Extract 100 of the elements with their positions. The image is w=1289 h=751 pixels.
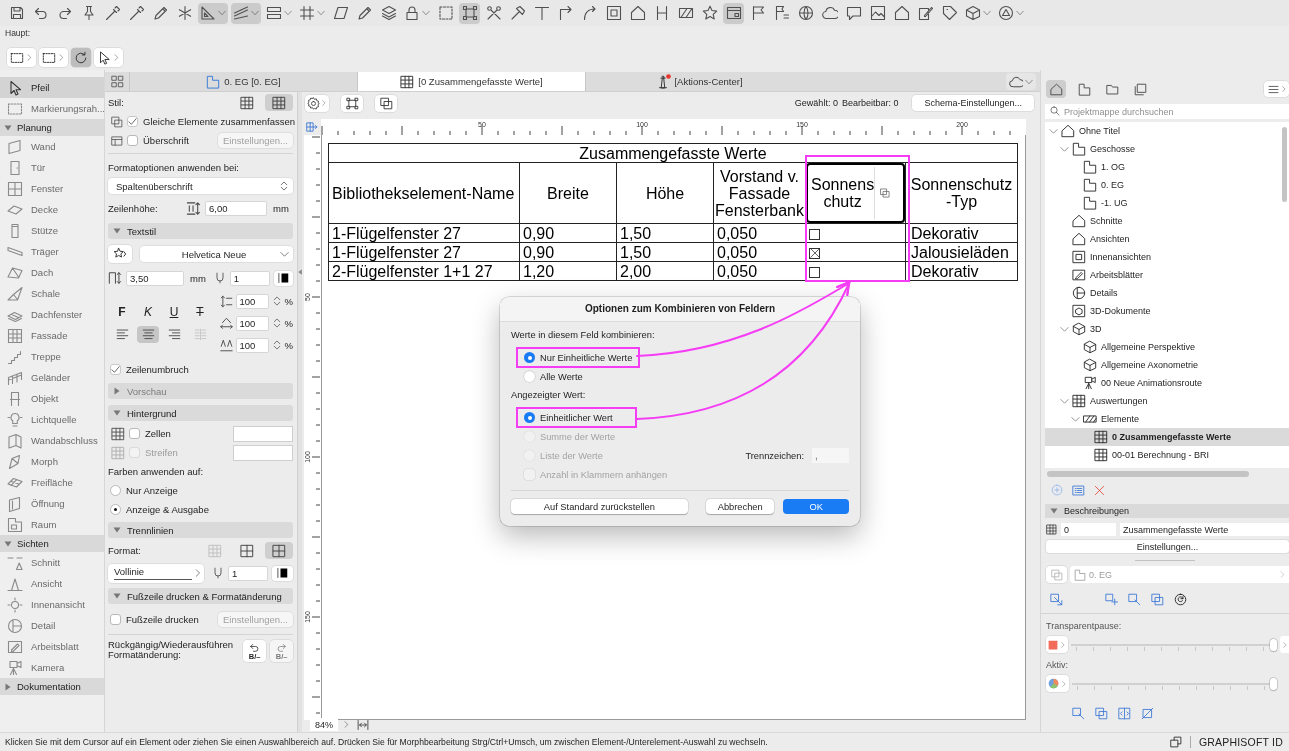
id-field[interactable]: 0 bbox=[1061, 523, 1116, 536]
navigator-view-button[interactable] bbox=[1046, 80, 1066, 98]
checkbox-option[interactable]: Fußzeile drucken bbox=[110, 613, 199, 625]
toolbar-button[interactable] bbox=[39, 48, 68, 67]
stepper-button[interactable] bbox=[271, 340, 282, 350]
text-style-button[interactable]: F bbox=[111, 303, 133, 320]
style-option-button[interactable] bbox=[265, 94, 293, 111]
tab[interactable]: [Aktions-Center] bbox=[585, 72, 813, 91]
text-style-button[interactable]: T bbox=[189, 303, 211, 320]
tool-item[interactable]: Objekt bbox=[0, 388, 104, 409]
toolbar-button[interactable] bbox=[231, 2, 261, 24]
tab[interactable]: [0 Zusammengefasste Werte] bbox=[357, 72, 585, 91]
fit-button[interactable] bbox=[355, 718, 371, 731]
tool-item[interactable]: Markierungsrah... bbox=[0, 98, 104, 119]
toolbox-section-header[interactable]: Sichten bbox=[0, 535, 104, 552]
radio-option[interactable]: Nur Anzeige bbox=[110, 485, 178, 496]
properties-button[interactable] bbox=[1072, 483, 1085, 497]
radio-button[interactable] bbox=[524, 412, 535, 423]
column-header[interactable]: Breite bbox=[519, 162, 617, 224]
toolbar-button[interactable] bbox=[7, 48, 36, 67]
tool-item[interactable]: Öffnung bbox=[0, 493, 104, 514]
tree-item[interactable]: 0 Zusammengefasste Werte bbox=[1045, 428, 1289, 446]
checkbox-option[interactable]: Zellen bbox=[129, 428, 171, 439]
tree-item[interactable]: 00-01 Berechnung - BRI bbox=[1045, 446, 1289, 464]
tree-item[interactable]: Details bbox=[1045, 284, 1289, 302]
tree-item[interactable]: Allgemeine Perspektive bbox=[1045, 338, 1289, 356]
tree-item[interactable]: Ohne Titel bbox=[1045, 122, 1289, 140]
radio-option[interactable]: Einheitlicher Wert bbox=[516, 407, 637, 428]
section-header[interactable]: Textstil bbox=[108, 223, 293, 239]
tool-item[interactable]: Ansicht bbox=[0, 573, 104, 594]
checkbox[interactable] bbox=[809, 228, 820, 240]
toolbar-button[interactable] bbox=[375, 94, 397, 112]
color-field[interactable] bbox=[233, 444, 293, 461]
line-format-button[interactable] bbox=[265, 542, 293, 559]
tree-item[interactable]: Ansichten bbox=[1045, 230, 1289, 248]
pen-field[interactable]: 1 bbox=[227, 565, 268, 581]
toolbar-button[interactable] bbox=[723, 2, 744, 24]
tree-item[interactable]: Allgemeine Axonometrie bbox=[1045, 356, 1289, 374]
color-button[interactable] bbox=[1046, 675, 1069, 692]
stepper-button[interactable] bbox=[271, 296, 282, 306]
checkbox-option[interactable]: Überschrift bbox=[127, 135, 189, 146]
scale-field[interactable]: 100 bbox=[235, 315, 269, 331]
color-button[interactable] bbox=[1046, 636, 1068, 653]
radio-option[interactable]: Nur Einheitliche Werte bbox=[516, 347, 641, 368]
tree-item[interactable]: Auswertungen bbox=[1045, 392, 1289, 410]
tool-item[interactable]: Schnitt bbox=[0, 552, 104, 573]
zoom-field[interactable]: 84% bbox=[310, 718, 338, 731]
tree-item[interactable]: Innenansichten bbox=[1045, 248, 1289, 266]
tool-item[interactable]: Decke bbox=[0, 199, 104, 220]
tool-item[interactable]: Dachfenster bbox=[0, 304, 104, 325]
tree-item[interactable]: 0. EG bbox=[1045, 176, 1289, 194]
tool-item[interactable]: Arbeitsblatt bbox=[0, 636, 104, 657]
checkbox-option[interactable]: Zeilenumbruch bbox=[110, 364, 189, 375]
tree-item[interactable]: Schnitte bbox=[1045, 212, 1289, 230]
section-header[interactable]: Beschreibungen bbox=[1045, 504, 1289, 518]
tab-menu-button[interactable] bbox=[1006, 73, 1036, 90]
settings-menu-button[interactable] bbox=[305, 94, 329, 112]
toolbox-section-header[interactable]: Planung bbox=[0, 119, 104, 136]
tree-item[interactable]: 1. OG bbox=[1045, 158, 1289, 176]
tool-item[interactable]: Wandabschluss bbox=[0, 430, 104, 451]
tree-item[interactable]: 00 Neue Animationsroute bbox=[1045, 374, 1289, 392]
navigator-menu-button[interactable] bbox=[1264, 81, 1289, 97]
toolbar-button[interactable] bbox=[71, 48, 91, 67]
dialog-button[interactable]: Auf Standard zurückstellen bbox=[511, 499, 688, 514]
section-header[interactable]: Hintergrund bbox=[108, 405, 293, 421]
radio-button[interactable] bbox=[524, 352, 535, 363]
section-header[interactable]: Trennlinien bbox=[108, 522, 293, 538]
pen-color-button[interactable] bbox=[271, 565, 293, 581]
stepper-button[interactable] bbox=[271, 318, 282, 328]
tool-item[interactable]: Fenster bbox=[0, 178, 104, 199]
row-height-field[interactable]: 6,00 bbox=[205, 200, 267, 216]
tool-item[interactable]: Innenansicht bbox=[0, 594, 104, 615]
toolbar-button[interactable] bbox=[341, 94, 363, 112]
slider-thumb[interactable] bbox=[1270, 677, 1277, 690]
tool-item[interactable]: Raum bbox=[0, 514, 104, 535]
tree-item[interactable]: Geschosse bbox=[1045, 140, 1289, 158]
tree-item[interactable]: 3D bbox=[1045, 320, 1289, 338]
column-header[interactable]: Bibliothekselement-Name bbox=[328, 162, 520, 224]
line-type-dropdown[interactable]: Vollinie bbox=[108, 563, 204, 583]
format-target-dropdown[interactable]: Spaltenüberschrift bbox=[108, 178, 293, 194]
tree-item[interactable]: -1. UG bbox=[1045, 194, 1289, 212]
tool-item[interactable]: Kamera bbox=[0, 657, 104, 678]
radio-button[interactable] bbox=[110, 485, 121, 496]
tool-item[interactable]: Tür bbox=[0, 157, 104, 178]
tool-item[interactable]: Lichtquelle bbox=[0, 409, 104, 430]
toolbar-button[interactable] bbox=[198, 2, 228, 24]
tool-item[interactable]: Schale bbox=[0, 283, 104, 304]
tool-item[interactable]: Geländer bbox=[0, 367, 104, 388]
color-field[interactable] bbox=[233, 425, 293, 442]
tool-item[interactable]: Wand bbox=[0, 136, 104, 157]
tool-item[interactable]: Treppe bbox=[0, 346, 104, 367]
radio-option[interactable]: Anzeige & Ausgabe bbox=[110, 504, 209, 515]
tree-item[interactable]: Arbeitsblätter bbox=[1045, 266, 1289, 284]
delete-button[interactable] bbox=[1094, 484, 1105, 496]
column-header[interactable]: Sonnenschutz -Typ bbox=[905, 162, 1018, 224]
dialog-button[interactable]: Abbrechen bbox=[705, 499, 775, 514]
tool-item[interactable]: Morph bbox=[0, 451, 104, 472]
text-style-button[interactable]: U bbox=[163, 303, 185, 320]
pen-field[interactable]: 1 bbox=[229, 270, 270, 286]
tree-item[interactable]: Elemente bbox=[1045, 410, 1289, 428]
